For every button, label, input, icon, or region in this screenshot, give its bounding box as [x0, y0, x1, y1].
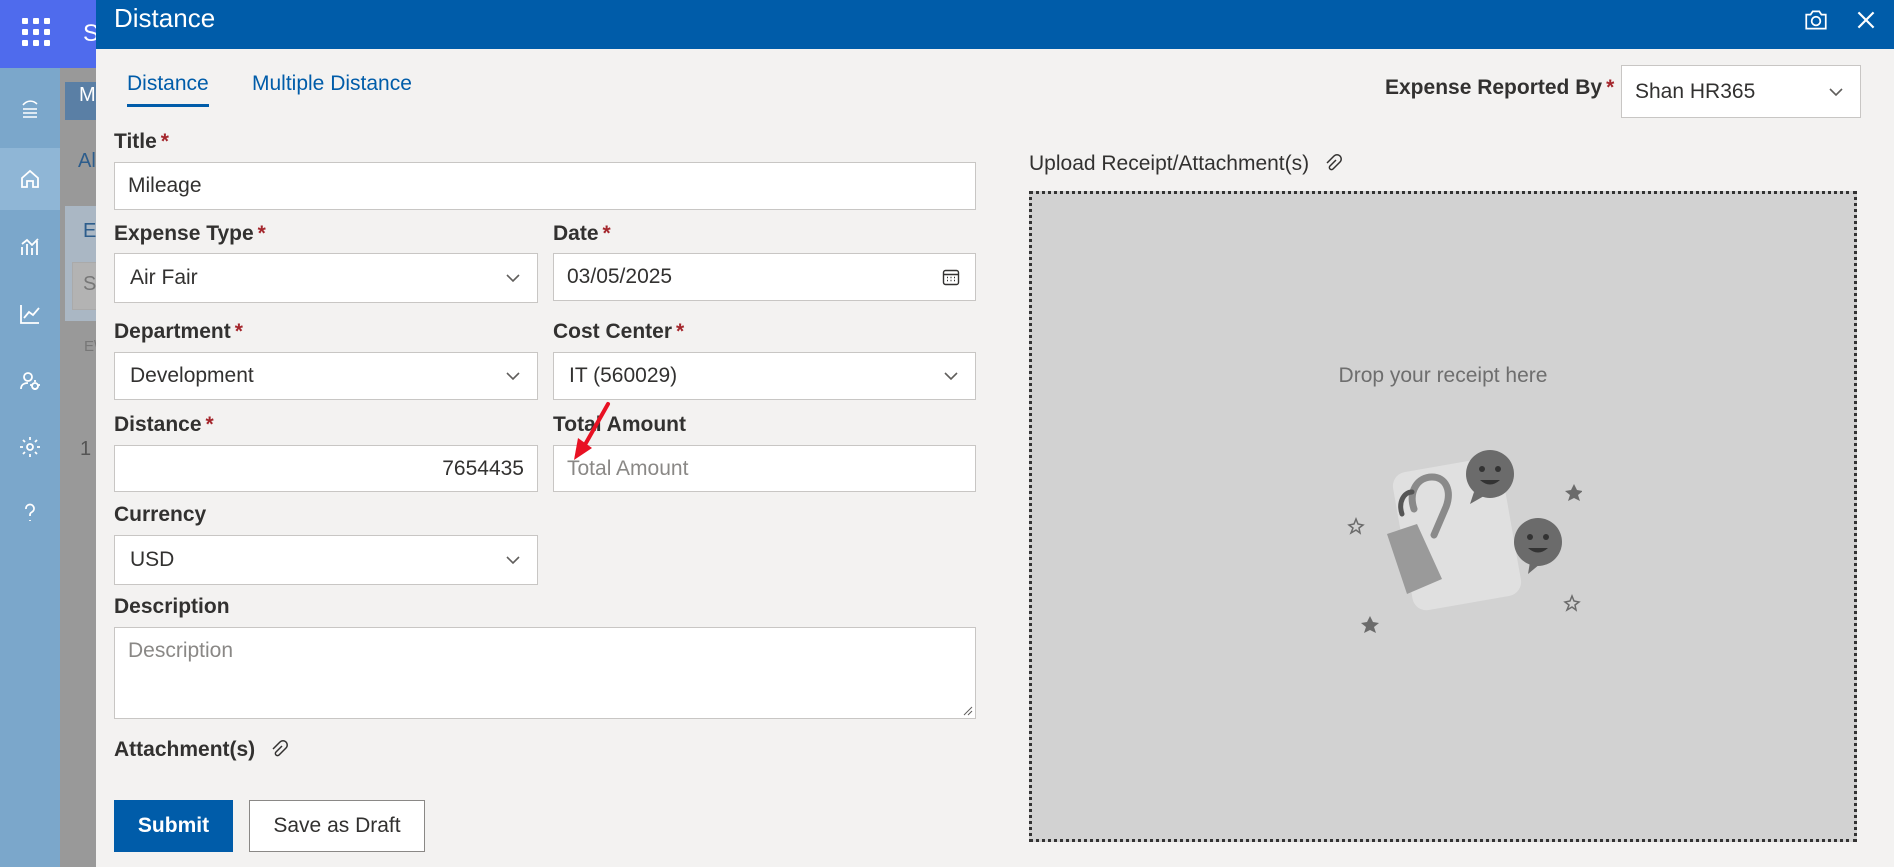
reported-by-value: Shan HR365 [1635, 79, 1756, 103]
panel-title: Distance [114, 3, 216, 33]
currency-value: USD [130, 548, 175, 571]
background-section-text: E [83, 220, 97, 242]
background-tab-text: Al [78, 150, 96, 172]
receipt-illustration-icon [1347, 450, 1582, 633]
department-value: Development [130, 364, 254, 387]
trend-icon[interactable] [0, 283, 60, 345]
dropzone-text: Drop your receipt here [1338, 364, 1548, 387]
reported-by-dropdown[interactable]: Shan HR365 [1621, 65, 1861, 118]
home-icon[interactable] [0, 148, 60, 210]
cost-center-value: IT (560029) [569, 364, 678, 387]
currency-dropdown[interactable]: USD [114, 535, 538, 585]
receipt-dropzone[interactable]: Drop your receipt here [1029, 191, 1857, 842]
paperclip-icon[interactable] [1323, 154, 1343, 174]
date-picker[interactable]: 03/05/2025 [553, 253, 976, 301]
left-nav-rail [0, 68, 60, 867]
calendar-icon[interactable] [940, 266, 962, 288]
active-tab-indicator [127, 104, 209, 107]
currency-label: Currency [114, 503, 206, 527]
chevron-down-icon [1825, 81, 1847, 103]
reported-by-label-text: Expense Reported By [1385, 76, 1603, 99]
chart-icon[interactable] [0, 216, 60, 278]
help-icon[interactable] [0, 482, 60, 544]
upload-label-text: Upload Receipt/Attachment(s) [1029, 152, 1310, 175]
total-amount-placeholder: Total Amount [567, 456, 689, 480]
required-marker: * [602, 222, 611, 245]
description-placeholder: Description [128, 639, 234, 662]
department-label-text: Department [114, 320, 231, 343]
title-label-text: Title [114, 130, 157, 153]
required-marker: * [676, 320, 685, 343]
description-label-text: Description [114, 595, 230, 618]
department-label: Department * [114, 320, 243, 344]
total-amount-input[interactable]: Total Amount [553, 445, 976, 492]
chevron-down-icon [502, 365, 524, 387]
expense-type-dropdown[interactable]: Air Fair [114, 253, 538, 303]
title-value: Mileage [128, 174, 202, 197]
attachments-label: Attachment(s) [114, 738, 289, 762]
department-dropdown[interactable]: Development [114, 352, 538, 400]
distance-input[interactable]: 7654435 [114, 445, 538, 492]
tab-multiple-distance[interactable]: Multiple Distance [252, 72, 412, 96]
reported-by-label: Expense Reported By * [1385, 76, 1614, 100]
submit-button[interactable]: Submit [114, 800, 233, 852]
annotation-arrow-icon [574, 402, 610, 460]
paperclip-icon[interactable] [269, 740, 289, 760]
chevron-down-icon [940, 365, 962, 387]
title-label: Title * [114, 130, 169, 154]
expense-type-label-text: Expense Type [114, 222, 254, 245]
upload-label: Upload Receipt/Attachment(s) [1029, 152, 1343, 176]
attachments-label-text: Attachment(s) [114, 738, 256, 761]
tab-distance[interactable]: Distance [127, 72, 209, 96]
panel-header: Distance [96, 0, 1894, 49]
chevron-down-icon [502, 267, 524, 289]
date-value: 03/05/2025 [567, 265, 673, 288]
expense-type-value: Air Fair [130, 266, 198, 289]
expense-type-label: Expense Type * [114, 222, 266, 246]
cost-center-label: Cost Center * [553, 320, 684, 344]
camera-icon[interactable] [1802, 6, 1830, 34]
user-settings-icon[interactable] [0, 350, 60, 412]
required-marker: * [1606, 76, 1615, 99]
title-input[interactable]: Mileage [114, 162, 976, 210]
close-icon[interactable] [1852, 6, 1880, 34]
brand-logo-icon [0, 78, 60, 140]
waffle-icon[interactable] [22, 18, 50, 46]
required-marker: * [160, 130, 169, 153]
cost-center-label-text: Cost Center [553, 320, 673, 343]
distance-value: 7654435 [442, 456, 524, 480]
chevron-down-icon [502, 549, 524, 571]
cost-center-dropdown[interactable]: IT (560029) [553, 352, 976, 400]
distance-label-text: Distance [114, 413, 202, 436]
description-textarea[interactable]: Description [114, 627, 976, 719]
required-marker: * [234, 320, 243, 343]
distance-panel: Distance Distance Multiple Distance Expe… [96, 0, 1894, 867]
resize-grip-icon[interactable] [961, 704, 973, 716]
date-label-text: Date [553, 222, 599, 245]
save-draft-button[interactable]: Save as Draft [249, 800, 425, 852]
date-label: Date * [553, 222, 611, 246]
distance-label: Distance * [114, 413, 214, 437]
background-row-number: 1 [80, 438, 92, 460]
currency-label-text: Currency [114, 503, 207, 526]
description-label: Description [114, 595, 230, 619]
gear-icon[interactable] [0, 416, 60, 478]
required-marker: * [257, 222, 266, 245]
required-marker: * [205, 413, 214, 436]
